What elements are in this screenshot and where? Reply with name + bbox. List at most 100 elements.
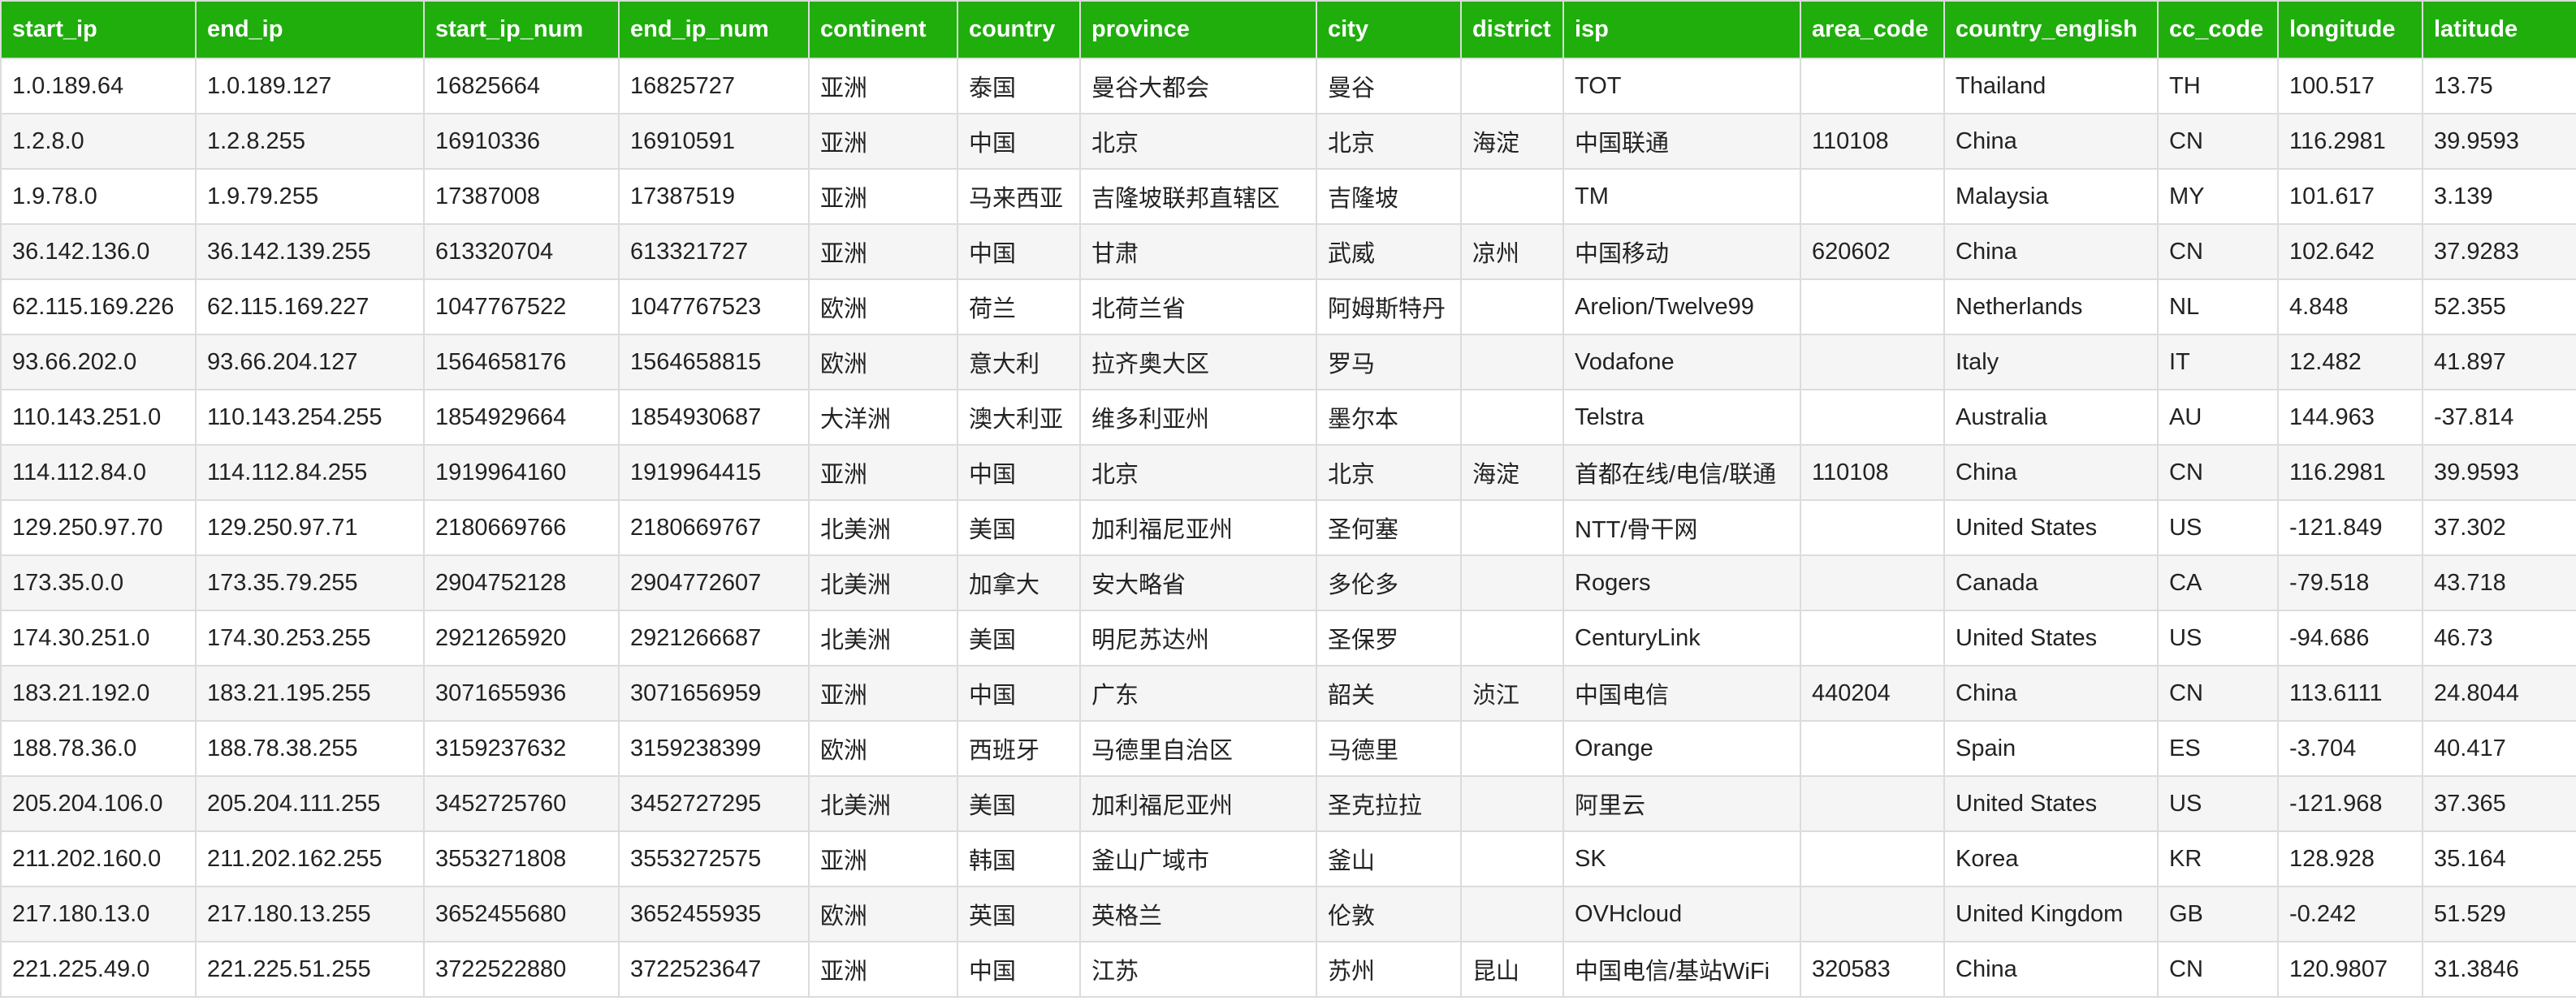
cell-country: 荷兰 (957, 278, 1081, 335)
cell-district (1460, 775, 1564, 832)
cell-area-code (1800, 334, 1945, 390)
cell-area-code: 320583 (1800, 941, 1945, 998)
cell-start-ip-num: 3553271808 (423, 830, 620, 887)
cell-area-code (1800, 830, 1945, 887)
cell-isp: OVHcloud (1562, 886, 1801, 942)
column-header-area-code[interactable]: area_code (1800, 0, 1945, 59)
cell-district: 昆山 (1460, 941, 1564, 998)
cell-country: 加拿大 (957, 554, 1081, 611)
column-header-start-ip[interactable]: start_ip (0, 0, 197, 59)
cell-cc-code: TH (2157, 58, 2279, 114)
cell-longitude: 12.482 (2277, 334, 2423, 390)
cell-cc-code: CN (2157, 444, 2279, 501)
cell-start-ip: 211.202.160.0 (0, 830, 197, 887)
cell-country-english: Canada (1943, 554, 2159, 611)
cell-continent: 亚洲 (808, 113, 958, 170)
column-header-province[interactable]: province (1079, 0, 1317, 59)
cell-cc-code: IT (2157, 334, 2279, 390)
column-header-end-ip[interactable]: end_ip (195, 0, 425, 59)
cell-district: 浈江 (1460, 665, 1564, 722)
cell-country-english: Malaysia (1943, 168, 2159, 225)
cell-continent: 大洋洲 (808, 389, 958, 446)
cell-country-english: United Kingdom (1943, 886, 2159, 942)
cell-start-ip-num: 17387008 (423, 168, 620, 225)
cell-country-english: China (1943, 444, 2159, 501)
ip-data-table: start_ip end_ip start_ip_num end_ip_num cont… (0, 0, 2576, 998)
column-header-country-english[interactable]: country_english (1943, 0, 2159, 59)
cell-isp: 中国电信 (1562, 665, 1801, 722)
cell-cc-code: KR (2157, 830, 2279, 887)
cell-longitude: -121.849 (2277, 499, 2423, 556)
cell-latitude: 51.529 (2422, 886, 2576, 942)
cell-cc-code: ES (2157, 720, 2279, 777)
cell-end-ip: 211.202.162.255 (195, 830, 425, 887)
cell-start-ip-num: 3652455680 (423, 886, 620, 942)
cell-country: 中国 (957, 665, 1081, 722)
cell-start-ip-num: 3071655936 (423, 665, 620, 722)
cell-continent: 亚洲 (808, 941, 958, 998)
cell-start-ip-num: 2921265920 (423, 610, 620, 666)
cell-area-code: 440204 (1800, 665, 1945, 722)
cell-country-english: United States (1943, 499, 2159, 556)
cell-city: 曼谷 (1316, 58, 1462, 114)
cell-start-ip-num: 1047767522 (423, 278, 620, 335)
cell-district: 海淀 (1460, 113, 1564, 170)
column-header-end-ip-num[interactable]: end_ip_num (618, 0, 810, 59)
cell-province: 广东 (1079, 665, 1317, 722)
cell-longitude: -79.518 (2277, 554, 2423, 611)
cell-area-code (1800, 610, 1945, 666)
cell-country-english: Australia (1943, 389, 2159, 446)
column-header-longitude[interactable]: longitude (2277, 0, 2423, 59)
cell-latitude: 37.302 (2422, 499, 2576, 556)
cell-isp: NTT/骨干网 (1562, 499, 1801, 556)
table-row: 1.0.189.64 1.0.189.127 16825664 16825727 亚洲泰… (0, 58, 2576, 114)
cell-end-ip-num: 1854930687 (618, 389, 810, 446)
cell-start-ip: 1.9.78.0 (0, 168, 197, 225)
cell-continent: 亚洲 (808, 444, 958, 501)
cell-country-english: Netherlands (1943, 278, 2159, 335)
cell-country-english: China (1943, 665, 2159, 722)
header-row: start_ip end_ip start_ip_num end_ip_num cont… (0, 0, 2576, 59)
column-header-latitude[interactable]: latitude (2422, 0, 2576, 59)
cell-province: 吉隆坡联邦直辖区 (1079, 168, 1317, 225)
cell-end-ip-num: 3553272575 (618, 830, 810, 887)
column-header-district[interactable]: district (1460, 0, 1564, 59)
cell-district (1460, 554, 1564, 611)
cell-start-ip: 114.112.84.0 (0, 444, 197, 501)
cell-latitude: 46.73 (2422, 610, 2576, 666)
table-header: start_ip end_ip start_ip_num end_ip_num cont… (0, 0, 2576, 59)
cell-city: 罗马 (1316, 334, 1462, 390)
cell-isp: TM (1562, 168, 1801, 225)
column-header-country[interactable]: country (957, 0, 1081, 59)
cell-latitude: 3.139 (2422, 168, 2576, 225)
cell-country: 意大利 (957, 334, 1081, 390)
cell-end-ip: 188.78.38.255 (195, 720, 425, 777)
cell-start-ip-num: 3722522880 (423, 941, 620, 998)
column-header-cc-code[interactable]: cc_code (2157, 0, 2279, 59)
table-row: 174.30.251.0 174.30.253.255 2921265920 2921… (0, 610, 2576, 666)
cell-province: 加利福尼亚州 (1079, 775, 1317, 832)
cell-latitude: 40.417 (2422, 720, 2576, 777)
cell-cc-code: CA (2157, 554, 2279, 611)
cell-end-ip: 221.225.51.255 (195, 941, 425, 998)
cell-area-code (1800, 775, 1945, 832)
cell-latitude: 39.9593 (2422, 444, 2576, 501)
cell-continent: 亚洲 (808, 830, 958, 887)
cell-country: 马来西亚 (957, 168, 1081, 225)
table-row: 129.250.97.70 129.250.97.71 2180669766 2180… (0, 499, 2576, 556)
cell-province: 马德里自治区 (1079, 720, 1317, 777)
column-header-start-ip-num[interactable]: start_ip_num (423, 0, 620, 59)
cell-cc-code: CN (2157, 113, 2279, 170)
cell-start-ip-num: 613320704 (423, 223, 620, 280)
column-header-isp[interactable]: isp (1562, 0, 1801, 59)
cell-end-ip-num: 3071656959 (618, 665, 810, 722)
cell-end-ip-num: 613321727 (618, 223, 810, 280)
cell-district: 海淀 (1460, 444, 1564, 501)
cell-country: 中国 (957, 941, 1081, 998)
cell-province: 江苏 (1079, 941, 1317, 998)
column-header-city[interactable]: city (1316, 0, 1462, 59)
column-header-continent[interactable]: continent (808, 0, 958, 59)
cell-area-code: 110108 (1800, 113, 1945, 170)
cell-district (1460, 886, 1564, 942)
cell-start-ip-num: 3452725760 (423, 775, 620, 832)
